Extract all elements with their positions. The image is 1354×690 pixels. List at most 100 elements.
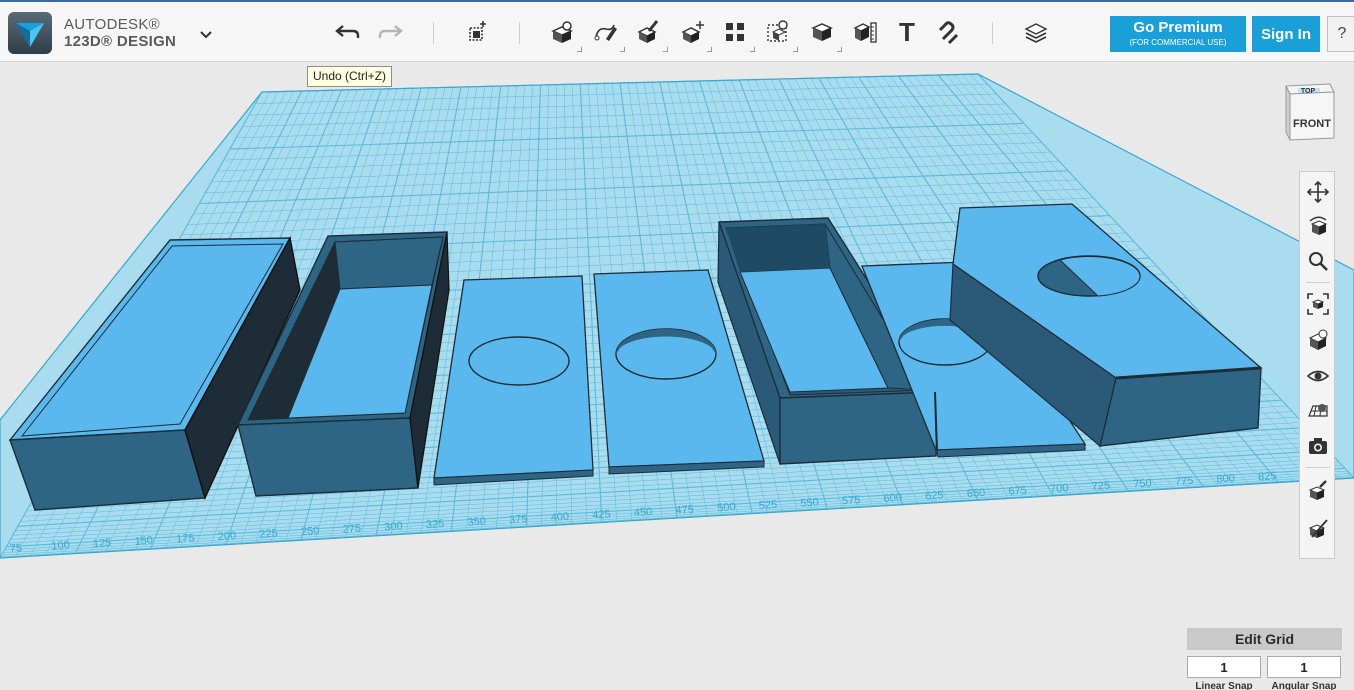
ruler-label: 450 (634, 506, 653, 519)
camera-icon (1309, 438, 1327, 454)
orbit-icon (1309, 216, 1328, 235)
construct-icon (637, 20, 659, 43)
combine-button[interactable] (806, 16, 842, 52)
sketch-button[interactable] (589, 16, 625, 52)
app-menu-chevron-down-icon[interactable] (196, 24, 216, 44)
ruler-label: 525 (758, 499, 777, 512)
ruler-label: 600 (883, 492, 902, 505)
angular-snap-label: Angular Snap (1271, 681, 1337, 690)
material-button[interactable] (1020, 16, 1052, 48)
undo-button[interactable] (332, 16, 364, 48)
ruler-label: 425 (592, 508, 611, 521)
view-cube-top-label[interactable]: TOP (1301, 88, 1316, 95)
help-button[interactable]: ? (1327, 16, 1354, 52)
modify-button[interactable] (676, 16, 712, 52)
ruler-label: 275 (342, 523, 361, 536)
ruler-label: 775 (1175, 475, 1194, 488)
view-cube[interactable]: TOP FRONT (1282, 80, 1338, 146)
eye-icon (1307, 370, 1329, 382)
grid-toggle-button[interactable] (1304, 397, 1332, 425)
ruler-label: 675 (1008, 484, 1027, 497)
ruler-label: 375 (509, 513, 528, 526)
undo-tooltip: Undo (Ctrl+Z) (307, 66, 393, 87)
visibility-button[interactable] (1304, 362, 1332, 390)
ruler-label: 500 (717, 501, 736, 514)
pattern-icon (726, 23, 744, 41)
ruler-label: 650 (966, 487, 985, 500)
redo-button[interactable] (374, 16, 406, 48)
construct-button[interactable] (632, 16, 668, 52)
app-logo-icon[interactable] (8, 12, 52, 54)
fit-button[interactable] (1304, 290, 1332, 318)
grid-plane-icon (1308, 404, 1328, 417)
primitives-icon (551, 21, 573, 43)
view-style-button[interactable] (1304, 326, 1332, 354)
magnet-icon (938, 21, 959, 45)
ruler-label: 100 (51, 539, 70, 552)
linear-snap-value[interactable]: 1 (1187, 656, 1261, 678)
brand-name: AUTODESK® (64, 16, 160, 33)
text-icon: T (899, 16, 915, 47)
angular-snap-value[interactable]: 1 (1267, 656, 1341, 678)
redo-icon (378, 25, 403, 38)
ruler-label: 150 (134, 535, 153, 548)
primitives-button[interactable] (546, 16, 582, 52)
grouping-icon (767, 20, 788, 42)
ruler-label: 625 (925, 489, 944, 502)
pattern-button[interactable] (719, 16, 755, 52)
pan-arrows-icon (1307, 181, 1329, 203)
snap-button[interactable] (934, 16, 966, 48)
ruler-label: 175 (176, 532, 195, 545)
ruler-label: 325 (426, 518, 445, 531)
measure-icon (853, 22, 877, 43)
ruler-label: 575 (842, 494, 861, 507)
text-tool-button[interactable]: T (891, 16, 923, 48)
edit-grid-button[interactable]: Edit Grid (1187, 628, 1342, 650)
modify-icon (681, 21, 704, 43)
transform-icon (469, 21, 486, 41)
fit-to-view-icon (1307, 293, 1329, 315)
nav-separator (1306, 282, 1330, 283)
grid-settings-panel: Edit Grid 1 1 Linear Snap Angular Snap (1187, 628, 1343, 690)
screenshot-button[interactable] (1304, 432, 1332, 460)
ruler-label: 725 (1091, 480, 1110, 493)
ruler-label: 350 (467, 515, 486, 528)
3d-viewport[interactable]: 75 100 125 150 175 200 225 250 275 300 325 350 375 40… (0, 62, 1354, 690)
zoom-button[interactable] (1304, 247, 1332, 275)
ruler-label: 200 (217, 530, 236, 543)
measure-view-icon (1308, 519, 1328, 538)
product-name: 123D® DESIGN (64, 33, 177, 50)
linear-snap-label: Linear Snap (1195, 681, 1253, 690)
view-style-icon (1308, 329, 1328, 350)
toolbar-separator (433, 22, 434, 44)
toolbar-separator (519, 22, 520, 44)
ruler-label: 75 (9, 542, 22, 555)
navigation-toolbar (1299, 171, 1335, 559)
measure-button[interactable] (849, 16, 881, 48)
undo-icon (335, 25, 360, 38)
measure-view-button[interactable] (1304, 514, 1332, 542)
top-toolbar: AUTODESK® 123D® DESIGN T Go Premium (FOR… (0, 0, 1354, 62)
ruler-label: 700 (1050, 482, 1069, 495)
magnifier-icon (1309, 252, 1328, 271)
ruler-label: 225 (259, 527, 278, 540)
toolbar-separator (992, 22, 993, 44)
ruler-label: 825 (1258, 470, 1277, 483)
nav-separator (1306, 467, 1330, 468)
sign-in-button[interactable]: Sign In (1252, 16, 1320, 52)
ruler-label: 400 (550, 511, 569, 524)
go-premium-button[interactable]: Go Premium (FOR COMMERCIAL USE) (1110, 16, 1246, 52)
ruler-label: 750 (1133, 477, 1152, 490)
transform-button[interactable] (461, 16, 493, 48)
orbit-button[interactable] (1304, 212, 1332, 240)
view-cube-front-label[interactable]: FRONT (1293, 118, 1331, 130)
pan-button[interactable] (1304, 178, 1332, 206)
material-view-button[interactable] (1304, 476, 1332, 504)
ruler-label: 550 (800, 496, 819, 509)
sketch-pen-icon (594, 24, 617, 41)
ruler-label: 125 (93, 537, 112, 550)
ruler-label: 300 (384, 520, 403, 533)
grouping-button[interactable] (762, 16, 798, 52)
ruler-label: 250 (301, 525, 320, 538)
material-view-icon (1308, 480, 1327, 500)
